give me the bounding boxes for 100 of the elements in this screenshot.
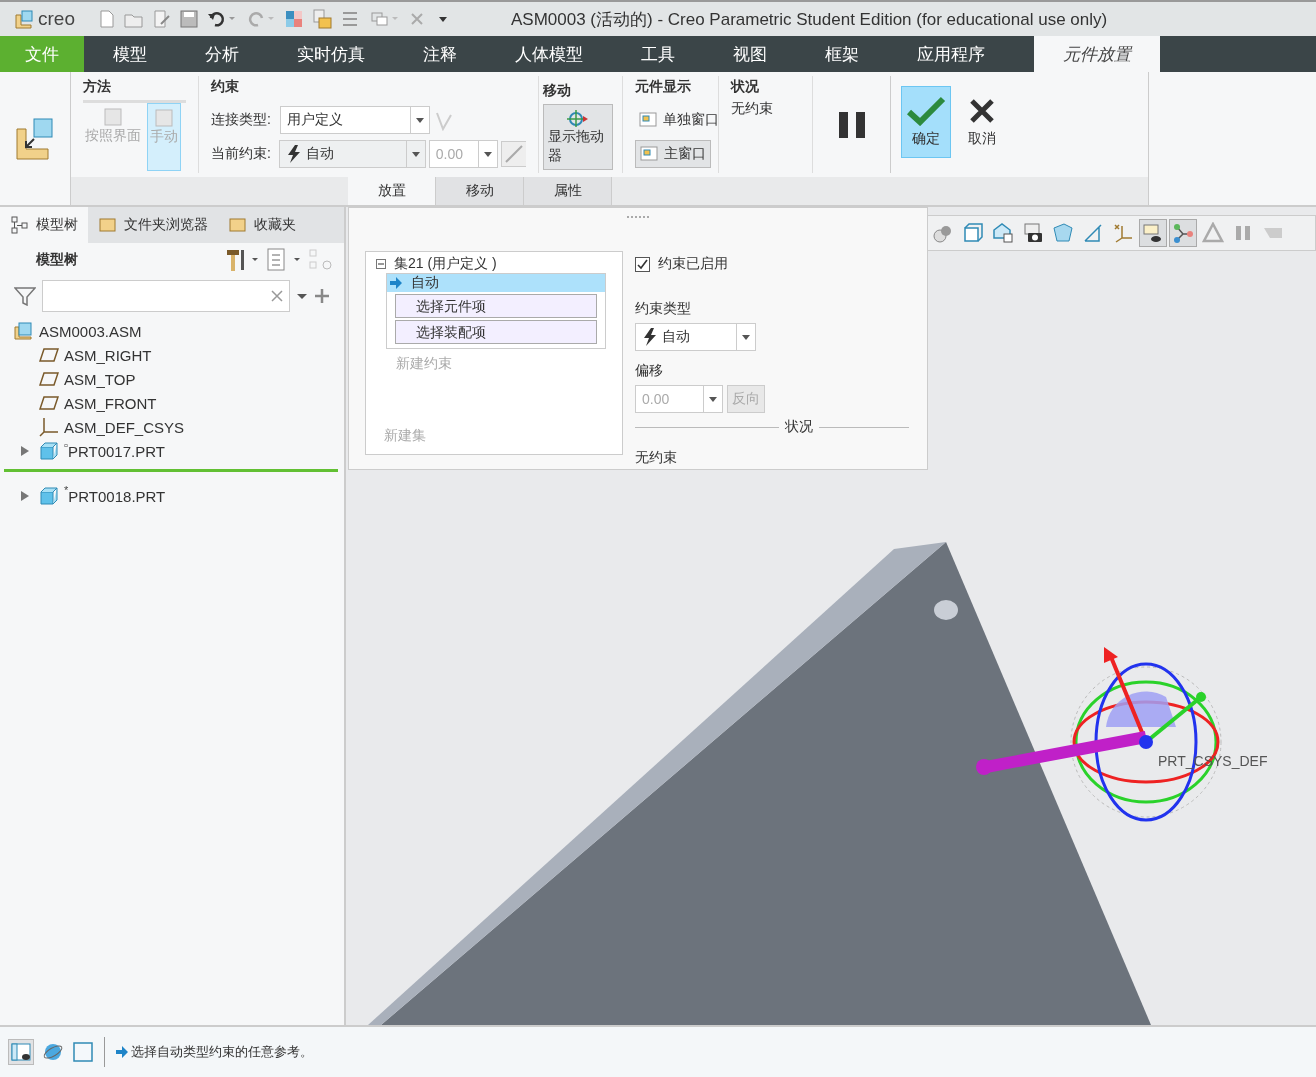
expand-icon[interactable] (20, 491, 30, 501)
checkmark-icon (906, 96, 946, 126)
placement-icon (14, 116, 56, 161)
confirm-button[interactable]: 确定 (901, 86, 951, 158)
show-dragger-button[interactable]: 显示拖动器 (543, 104, 613, 170)
document-icon[interactable] (152, 10, 171, 28)
window-icon (640, 146, 660, 162)
expand-icon[interactable] (20, 446, 30, 456)
branch-icon (1172, 222, 1194, 244)
collapse-icon[interactable] (376, 259, 386, 269)
datum-plane-icon (39, 348, 59, 362)
interface-icon (103, 107, 123, 127)
app-logo: creo (38, 8, 75, 30)
window-option-button[interactable]: 单独窗口 (635, 106, 723, 134)
panel-tab[interactable]: 移动 (436, 177, 524, 205)
display-view-button[interactable] (1139, 219, 1167, 247)
menu-tab[interactable]: 元件放置 (1034, 36, 1160, 72)
group-title: 约束 (211, 78, 240, 96)
menu-tab[interactable]: 应用程序 (888, 36, 1014, 72)
window-title: ASM0003 (活动的) - Creo Parametric Student Edition (for educational use only) (510, 8, 1108, 31)
cube-icon (962, 222, 984, 244)
constraint-item[interactable]: 自动 (387, 274, 605, 292)
stacked-squares-icon (154, 108, 174, 128)
group-title: 方法 (83, 78, 112, 96)
resize-icon[interactable] (500, 141, 526, 167)
field-label: 偏移 (635, 362, 664, 380)
close-icon[interactable] (408, 11, 425, 27)
menu-tab[interactable]: 框架 (796, 36, 888, 72)
pause-icon[interactable] (836, 109, 867, 140)
sidebar-tab[interactable]: 收藏夹 (218, 207, 306, 243)
resize-grip[interactable] (627, 216, 649, 221)
menu-tab[interactable]: 人体模型 (486, 36, 612, 72)
constraint-set[interactable]: 集21 (用户定义 ) (394, 255, 497, 273)
reference-collector[interactable]: 选择装配项 (395, 320, 597, 344)
sidebar-tab[interactable]: 模型树 (0, 207, 88, 243)
cancel-button[interactable]: 取消 (957, 86, 1007, 158)
menu-tab[interactable]: 模型 (84, 36, 176, 72)
tree-icon (10, 216, 30, 234)
constraint-type-dropdown[interactable]: 自动 (635, 323, 756, 351)
hide-icon[interactable] (308, 248, 334, 272)
tree-item[interactable]: PRT0018.PRT (68, 487, 166, 505)
arrow-icon (115, 1045, 129, 1059)
current-constraint-dropdown[interactable]: 自动 (278, 140, 426, 168)
tree-item[interactable]: ASM_RIGHT (64, 346, 152, 364)
wire-icon (1052, 222, 1074, 244)
search-field[interactable] (42, 280, 290, 312)
menu-tab[interactable]: 视图 (704, 36, 796, 72)
dragger-icon (567, 109, 589, 127)
windows-icon[interactable] (369, 10, 400, 28)
panel-tab[interactable]: 放置 (348, 177, 436, 205)
window-option-button[interactable]: 主窗口 (635, 140, 711, 168)
status-marker: * (64, 484, 69, 496)
lightning-icon (642, 328, 658, 346)
camera-icon (1022, 222, 1044, 244)
layout-icon[interactable] (8, 1039, 34, 1065)
window-icon[interactable] (72, 1041, 94, 1063)
assembly-icon (14, 322, 34, 340)
tree-item[interactable]: ASM_FRONT (64, 394, 157, 412)
panel-title: 模型树 (36, 251, 79, 269)
filter-icon[interactable] (14, 286, 36, 306)
lightning-icon (285, 145, 302, 163)
group-title: 移动 (543, 82, 572, 100)
menu-tab[interactable]: 注释 (394, 36, 486, 72)
tree-item[interactable]: ASM_DEF_CSYS (64, 418, 185, 436)
arrow-icon (389, 276, 403, 290)
menu-tab[interactable]: 分析 (176, 36, 268, 72)
undo-icon[interactable] (206, 10, 237, 28)
checkbox-label: 约束已启用 (658, 255, 728, 273)
status-marker: ▫ (64, 439, 68, 451)
folder-icon (98, 216, 118, 234)
datum-plane-icon (39, 396, 59, 410)
display-icon (1142, 222, 1164, 244)
tree-item[interactable]: ASM_TOP (64, 370, 136, 388)
checkbox[interactable] (635, 256, 650, 272)
save-icon[interactable] (179, 10, 198, 28)
plane-icon (1082, 222, 1104, 244)
menu-tab[interactable]: 工具 (612, 36, 704, 72)
new-file-icon[interactable] (98, 10, 115, 28)
field-label: 当前约束: (211, 145, 272, 163)
part-icon (39, 442, 59, 460)
coordinate-system-icon (39, 417, 59, 437)
windows-icon[interactable] (284, 10, 303, 28)
add-icon[interactable] (314, 288, 330, 304)
menu-tab[interactable]: 实时仿真 (268, 36, 394, 72)
list-icon[interactable] (266, 248, 302, 272)
group-title: 状况 (731, 78, 760, 96)
connection-type-dropdown[interactable]: 用户定义 (280, 106, 430, 134)
panel-tab[interactable]: 属性 (524, 177, 612, 205)
box-icon (992, 222, 1014, 244)
reference-collector[interactable]: 选择元件项 (395, 294, 597, 318)
globe-icon[interactable] (42, 1041, 64, 1063)
field-label: 连接类型: (211, 111, 272, 129)
cube-icon (14, 9, 34, 29)
clear-icon[interactable] (271, 290, 283, 302)
status-text: 无约束 (731, 100, 774, 118)
tools-icon[interactable] (224, 248, 260, 272)
tree-item[interactable]: PRT0017.PRT (67, 442, 165, 460)
datum-plane-icon (39, 372, 59, 386)
tree-item[interactable]: ASM0003.ASM (39, 322, 142, 340)
sidebar-tab[interactable]: 文件夹浏览器 (88, 207, 218, 243)
